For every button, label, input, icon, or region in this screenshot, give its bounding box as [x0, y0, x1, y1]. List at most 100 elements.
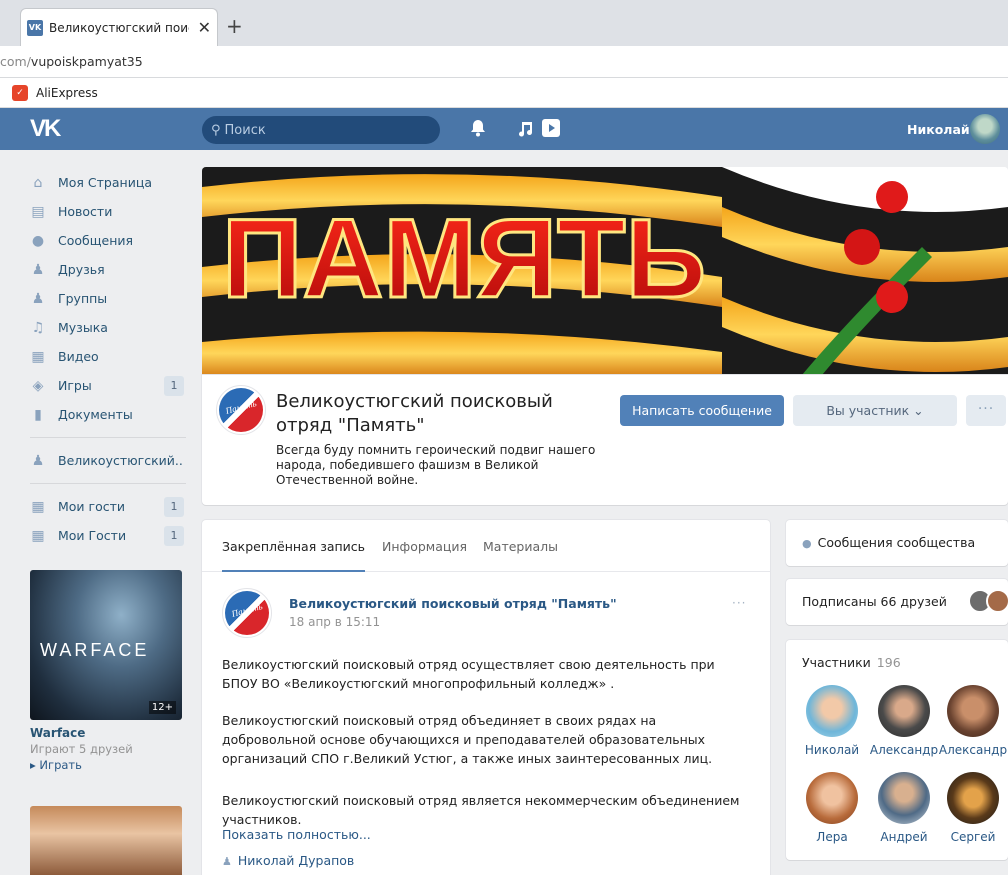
address-bar[interactable]: com/vupoiskpamyat35	[0, 46, 1008, 78]
membership-button[interactable]: Вы участник ⌄	[793, 395, 957, 426]
new-tab-button[interactable]: +	[226, 14, 243, 38]
menu-item-news[interactable]: ▤ Новости	[30, 197, 186, 226]
signer-name: Николай Дурапов	[237, 853, 355, 868]
member-avatar	[947, 685, 999, 737]
user-icon: ♟	[222, 855, 232, 868]
tab-information[interactable]: Информация	[382, 539, 467, 554]
post-author-avatar[interactable]: Память	[222, 588, 272, 638]
search-input[interactable]: ⚲ Поиск	[202, 116, 440, 144]
group-avatar[interactable]: Память	[216, 385, 266, 435]
messages-icon: ●	[31, 232, 45, 249]
left-menu: ⌂ Моя Страница ▤ Новости ● Сообщения ♟ Друзь…	[30, 168, 186, 550]
menu-item-music[interactable]: ♫ Музыка	[30, 313, 186, 342]
group-name: Великоустюгский поисковый отряд "Память"	[276, 391, 553, 436]
music-icon[interactable]	[516, 119, 534, 137]
members-card: Участники 196 Николай Александр Александр…	[786, 640, 1008, 860]
member-name: Сергей	[950, 830, 996, 844]
menu-label: Видео	[58, 349, 99, 364]
menu-item-documents[interactable]: ▮ Документы	[30, 400, 186, 429]
group-status: Всегда буду помнить героический подвиг н…	[276, 443, 596, 487]
groups-icon: ♟	[31, 290, 45, 307]
vk-header	[0, 108, 1008, 150]
game-image[interactable]: WARFACE 12+	[30, 570, 182, 720]
cover-title: ПАМЯТЬ	[222, 196, 706, 321]
member-item[interactable]: Сергей	[938, 772, 1008, 844]
play-icon[interactable]	[542, 119, 560, 137]
menu-label: Великоустюгский..	[58, 453, 183, 468]
more-actions-button[interactable]: ···	[966, 395, 1006, 426]
menu-item-video[interactable]: ▦ Видео	[30, 342, 186, 371]
menu-item-group[interactable]: ♟ Великоустюгский..	[30, 446, 186, 475]
menu-label: Мои гости	[58, 499, 126, 514]
member-item[interactable]: Александр	[938, 685, 1008, 757]
menu-item-groups[interactable]: ♟ Группы	[30, 284, 186, 313]
member-item[interactable]: Лера	[797, 772, 867, 844]
post-paragraph: Великоустюгский поисковый отряд объединя…	[222, 713, 713, 766]
game-play-link[interactable]: ▸ Играть	[30, 758, 182, 772]
community-messages-card[interactable]: ● Сообщения сообщества	[786, 520, 1008, 566]
tab-title: Великоустюгский поиско	[49, 20, 189, 35]
friend-avatar[interactable]	[986, 589, 1008, 613]
friends-icon: ♟	[31, 261, 45, 278]
member-avatar	[806, 772, 858, 824]
home-icon: ⌂	[33, 174, 43, 191]
friends-subscribed-card[interactable]: Подписаны 66 друзей	[786, 579, 1008, 625]
member-item[interactable]: Андрей	[869, 772, 939, 844]
active-tab-indicator	[222, 570, 365, 572]
tab-pinned-post[interactable]: Закреплённая запись	[222, 539, 365, 554]
user-name[interactable]: Николай	[907, 122, 970, 137]
menu-label: Мои Гости	[58, 528, 127, 543]
game-logo: WARFACE	[40, 640, 150, 660]
wall: Закреплённая запись Информация Материалы…	[202, 520, 770, 875]
tab-materials[interactable]: Материалы	[483, 539, 558, 554]
groups-icon: ♟	[31, 452, 45, 469]
notifications-bell-icon[interactable]	[470, 119, 486, 137]
music-icon: ♫	[31, 319, 45, 336]
member-item[interactable]: Александр	[869, 685, 939, 757]
address-url[interactable]: com/vupoiskpamyat35	[0, 54, 143, 69]
member-item[interactable]: Николай	[797, 685, 867, 757]
game-title[interactable]: Warface	[30, 726, 182, 740]
bookmark-aliexpress[interactable]: AliExpress	[36, 86, 98, 100]
post-paragraph: Великоустюгский поисковый отряд является…	[222, 793, 740, 827]
menu-item-friends[interactable]: ♟ Друзья	[30, 255, 186, 284]
menu-label: Группы	[58, 291, 108, 306]
game-ad[interactable]: WARFACE 12+ Warface Играют 5 друзей ▸ Иг…	[30, 570, 182, 772]
user-avatar[interactable]	[970, 114, 1000, 144]
browser-tab[interactable]: VK Великоустюгский поиско ✕	[20, 8, 218, 46]
post-signer[interactable]: ♟ Николай Дурапов	[222, 853, 354, 868]
menu-divider	[30, 437, 186, 438]
menu-item-messages[interactable]: ● Сообщения	[30, 226, 186, 255]
close-tab-icon[interactable]: ✕	[198, 18, 211, 37]
games-icon: ◈	[32, 377, 44, 394]
member-name: Лера	[816, 830, 848, 844]
menu-item-my-page[interactable]: ⌂ Моя Страница	[30, 168, 186, 197]
menu-label: Музыка	[58, 320, 108, 335]
community-messages-label: Сообщения сообщества	[817, 535, 976, 550]
post-date[interactable]: 18 апр в 15:11	[289, 615, 380, 629]
show-more-link[interactable]: Показать полностью...	[222, 827, 371, 842]
aliexpress-icon[interactable]: ✓	[12, 85, 28, 101]
menu-divider	[30, 483, 186, 484]
wall-tabs: Закреплённая запись Информация Материалы	[202, 520, 770, 572]
member-avatar	[878, 772, 930, 824]
menu-item-guests-2[interactable]: ▦ Мои Гости 1	[30, 521, 186, 550]
member-name: Александр	[869, 743, 939, 757]
write-message-button[interactable]: Написать сообщение	[620, 395, 784, 426]
age-rating: 12+	[148, 701, 176, 714]
member-avatar	[947, 772, 999, 824]
menu-label: Моя Страница	[58, 175, 152, 190]
post-author[interactable]: Великоустюгский поисковый отряд "Память"	[289, 596, 617, 611]
ad-image[interactable]	[30, 806, 182, 875]
post-more-icon[interactable]: ···	[732, 596, 746, 610]
menu-item-guests[interactable]: ▦ Мои гости 1	[30, 492, 186, 521]
member-avatar	[878, 685, 930, 737]
games-badge: 1	[164, 376, 184, 396]
member-name: Андрей	[880, 830, 928, 844]
search-icon: ⚲	[211, 122, 221, 138]
apps-icon: ▦	[31, 527, 45, 544]
member-avatar	[806, 685, 858, 737]
cover-art: ПАМЯТЬ	[202, 167, 1008, 375]
menu-item-games[interactable]: ◈ Игры 1	[30, 371, 186, 400]
vk-logo-icon[interactable]: VK	[30, 115, 61, 143]
